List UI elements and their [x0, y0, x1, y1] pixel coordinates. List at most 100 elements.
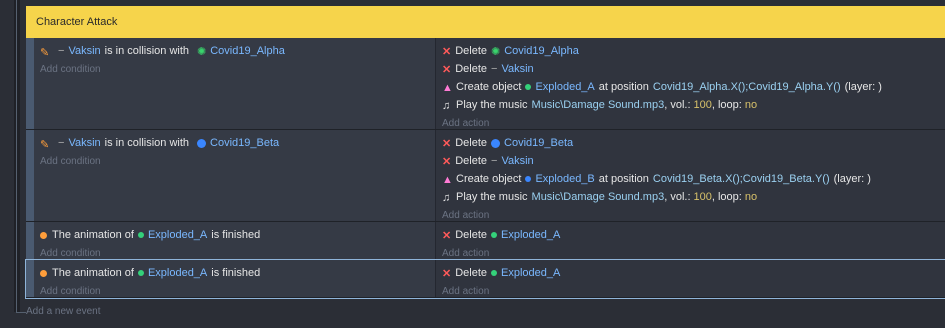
event-drag-handle[interactable]: [26, 260, 34, 297]
position-param[interactable]: Covid19_Alpha.X();Covid19_Alpha.Y(): [653, 81, 841, 93]
actions-column[interactable]: ✕ Delete Exploded_A Add action: [436, 222, 945, 259]
action-label: Play the music: [456, 99, 528, 111]
object-name[interactable]: Vaksin: [68, 137, 100, 149]
action-label: Delete: [455, 267, 488, 279]
vol-value[interactable]: 100: [694, 191, 712, 203]
loop-label: , loop:: [711, 191, 742, 203]
event-drag-handle[interactable]: [26, 38, 34, 129]
action-line[interactable]: ♫ Play the music Music\Damage Sound.mp3 …: [442, 188, 939, 206]
object-name[interactable]: Exploded_A: [148, 267, 207, 279]
object-dot-icon: [525, 176, 532, 182]
action-line[interactable]: ✕ Delete − Vaksin: [442, 152, 939, 170]
dash-icon: −: [491, 63, 498, 75]
object-name[interactable]: Exploded_A: [501, 267, 560, 279]
object-name[interactable]: Exploded_A: [148, 229, 207, 241]
event-row[interactable]: ✎ − Vaksin is in collision with ✺ Covid1…: [26, 38, 945, 130]
event-row-selected[interactable]: The animation of Exploded_A is finished …: [25, 259, 945, 299]
actions-column[interactable]: ✕ Delete Covid19_Beta ✕ Delete − Vaksin …: [436, 130, 945, 221]
music-file[interactable]: Music\Damage Sound.mp3: [532, 99, 665, 111]
loop-value[interactable]: no: [745, 191, 757, 203]
add-condition-button[interactable]: Add condition: [40, 282, 429, 300]
action-label: Delete: [455, 229, 488, 241]
action-line[interactable]: ♫ Play the music Music\Damage Sound.mp3 …: [442, 96, 939, 114]
object-name[interactable]: Vaksin: [501, 155, 533, 167]
delete-icon: ✕: [442, 63, 452, 76]
conditions-column[interactable]: The animation of Exploded_A is finished …: [34, 260, 436, 297]
event-sheet: Character Attack ✎ − Vaksin is in collis…: [25, 6, 945, 300]
delete-icon: ✕: [442, 45, 452, 58]
add-event-button[interactable]: Add a new event: [26, 306, 101, 317]
action-text: at position: [598, 81, 649, 93]
action-label: Delete: [455, 155, 488, 167]
conditions-column[interactable]: The animation of Exploded_A is finished …: [34, 222, 436, 259]
layer-param[interactable]: (layer: ): [834, 173, 871, 185]
object-name[interactable]: Vaksin: [68, 45, 100, 57]
virus-blue-icon: [491, 138, 501, 148]
delete-icon: ✕: [442, 267, 452, 280]
event-row[interactable]: ✎ − Vaksin is in collision with Covid19_…: [26, 130, 945, 222]
action-line[interactable]: ✕ Delete ✺ Covid19_Alpha: [442, 42, 939, 60]
virus-green-icon: ✺: [491, 45, 501, 58]
dash-icon: −: [58, 45, 65, 57]
object-name[interactable]: Vaksin: [501, 63, 533, 75]
layer-param[interactable]: (layer: ): [845, 81, 882, 93]
action-label: Delete: [455, 63, 488, 75]
group-header[interactable]: Character Attack: [26, 6, 945, 38]
object-name[interactable]: Covid19_Alpha: [504, 45, 579, 57]
vol-label: , vol.:: [664, 99, 691, 111]
object-name[interactable]: Exploded_B: [535, 173, 594, 185]
tree-branch-line: [16, 312, 26, 313]
delete-icon: ✕: [442, 229, 452, 242]
vol-value[interactable]: 100: [694, 99, 712, 111]
object-name[interactable]: Exploded_A: [501, 229, 560, 241]
add-action-button[interactable]: Add action: [442, 282, 939, 300]
actions-column[interactable]: ✕ Delete Exploded_A Add action: [436, 260, 945, 297]
action-text: at position: [598, 173, 649, 185]
conditions-column[interactable]: ✎ − Vaksin is in collision with ✺ Covid1…: [34, 38, 436, 129]
condition-line[interactable]: The animation of Exploded_A is finished: [40, 226, 429, 244]
tree-line: [16, 0, 17, 312]
action-label: Delete: [455, 45, 488, 57]
action-line[interactable]: ▲ Create object Exploded_B at position C…: [442, 170, 939, 188]
condition-line[interactable]: ✎ − Vaksin is in collision with Covid19_…: [40, 134, 429, 152]
object-name[interactable]: Covid19_Beta: [210, 137, 279, 149]
object-name[interactable]: Covid19_Beta: [504, 137, 573, 149]
dash-icon: −: [491, 155, 498, 167]
loop-label: , loop:: [711, 99, 742, 111]
music-file[interactable]: Music\Damage Sound.mp3: [532, 191, 665, 203]
action-line[interactable]: ✕ Delete Exploded_A: [442, 226, 939, 244]
object-dot-icon: [525, 84, 532, 90]
condition-line[interactable]: ✎ − Vaksin is in collision with ✺ Covid1…: [40, 42, 429, 60]
actions-column[interactable]: ✕ Delete ✺ Covid19_Alpha ✕ Delete − Vaks…: [436, 38, 945, 129]
object-name[interactable]: Covid19_Alpha: [210, 45, 285, 57]
action-line[interactable]: ▲ Create object Exploded_A at position C…: [442, 78, 939, 96]
add-condition-button[interactable]: Add condition: [40, 152, 429, 170]
music-icon: ♫: [442, 100, 451, 112]
dash-icon: −: [58, 137, 65, 149]
action-label: Delete: [455, 137, 488, 149]
position-param[interactable]: Covid19_Beta.X();Covid19_Beta.Y(): [653, 173, 830, 185]
create-object-icon: ▲: [442, 174, 453, 186]
action-line[interactable]: ✕ Delete Exploded_A: [442, 264, 939, 282]
object-dot-icon: [491, 270, 498, 276]
condition-line[interactable]: The animation of Exploded_A is finished: [40, 264, 429, 282]
loop-value[interactable]: no: [745, 99, 757, 111]
conditions-column[interactable]: ✎ − Vaksin is in collision with Covid19_…: [34, 130, 436, 221]
event-drag-handle[interactable]: [26, 222, 34, 259]
group-title: Character Attack: [36, 16, 118, 28]
condition-text: The animation of: [52, 267, 134, 279]
action-line[interactable]: ✕ Delete − Vaksin: [442, 60, 939, 78]
action-label: Play the music: [456, 191, 528, 203]
condition-text: is finished: [211, 267, 261, 279]
brush-icon: ✎: [40, 47, 50, 59]
event-drag-handle[interactable]: [26, 130, 34, 221]
animation-icon: [40, 231, 47, 239]
animation-icon: [40, 269, 47, 277]
object-name[interactable]: Exploded_A: [535, 81, 594, 93]
add-condition-button[interactable]: Add condition: [40, 60, 429, 78]
action-line[interactable]: ✕ Delete Covid19_Beta: [442, 134, 939, 152]
object-dot-icon: [491, 232, 498, 238]
create-object-icon: ▲: [442, 82, 453, 94]
virus-green-icon: ✺: [197, 45, 207, 58]
event-row[interactable]: The animation of Exploded_A is finished …: [26, 222, 945, 260]
